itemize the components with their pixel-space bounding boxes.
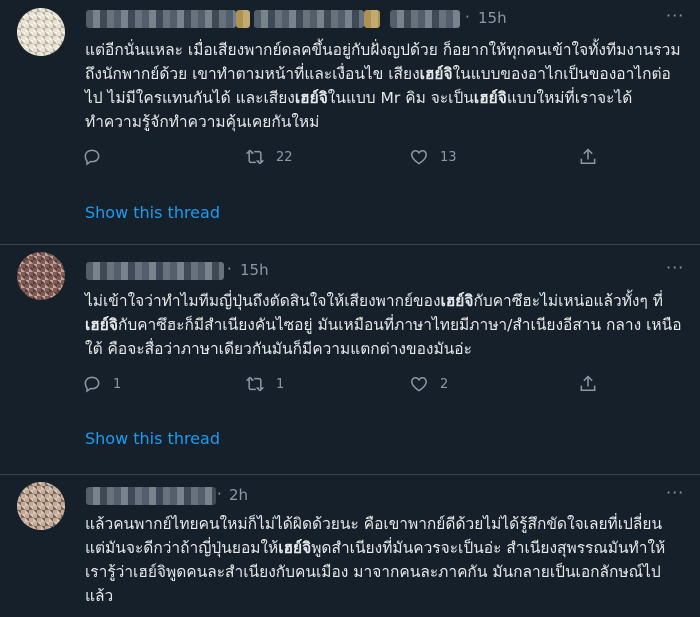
tweet-text-bold: เฮย์จิ [440, 292, 474, 310]
retweet-icon [245, 376, 265, 392]
tweet-text-bold: เฮย์จิ [473, 89, 507, 107]
share-button[interactable] [578, 371, 598, 397]
blurred-display-name [86, 262, 224, 280]
blurred-display-name [86, 487, 216, 505]
reply-icon [84, 376, 100, 393]
retweet-button[interactable]: 1 [245, 371, 284, 397]
avatar[interactable] [17, 482, 65, 530]
tweet-text-segment: ในแบบ Mr คิม จะเป็น [327, 89, 474, 107]
share-icon [580, 148, 596, 164]
tweet-text: ไม่เข้าใจว่าทำไมทีมญี่ปุ่นถึงตัดสินใจให้… [85, 289, 685, 361]
blurred-username [390, 10, 460, 28]
action-bar: 22 13 [82, 144, 622, 170]
blurred-emoji-2 [364, 10, 380, 28]
show-thread-link[interactable]: Show this thread [85, 203, 220, 222]
retweet-button[interactable]: 22 [245, 144, 293, 170]
separator-dot: · [217, 485, 222, 503]
action-bar: 1 1 2 [82, 371, 622, 397]
tweet-text-segment: ไม่เข้าใจว่าทำไมทีมญี่ปุ่นถึงตัดสินใจให้… [85, 292, 441, 310]
tweet-text: แล้วคนพากย์ไทยคนใหม่ก็ไม่ได้ผิดด้วยนะ คื… [85, 512, 685, 608]
timestamp[interactable]: 15h [478, 9, 507, 27]
tweet[interactable]: · 15h ··· ไม่เข้าใจว่าทำไมทีมญี่ปุ่นถึงต… [0, 244, 700, 475]
like-button[interactable]: 13 [409, 144, 457, 170]
timestamp[interactable]: 2h [229, 486, 248, 504]
avatar[interactable] [17, 252, 65, 300]
more-icon[interactable]: ··· [666, 258, 684, 277]
retweet-icon [245, 149, 265, 165]
reply-icon [84, 149, 100, 166]
tweet-text-bold: เฮย์จิ [419, 65, 453, 83]
tweet-text-bold: เฮย์จิ [278, 539, 312, 557]
avatar[interactable] [17, 8, 65, 56]
tweet-text-segment: กับคาซึฮะก็มีสำเนียงคันไซอยู่ มันเหมือนท… [85, 316, 682, 358]
like-button[interactable]: 2 [409, 371, 448, 397]
share-button[interactable] [578, 144, 598, 170]
tweet[interactable]: · 15h ··· แต่อีกนั่นแหละ เมื่อเสียงพากย์… [0, 0, 700, 245]
tweet-text: แต่อีกนั่นแหละ เมื่อเสียงพากย์ดลคขึ้นอยู… [85, 38, 685, 134]
tweet[interactable]: · 2h ··· แล้วคนพากย์ไทยคนใหม่ก็ไม่ได้ผิด… [0, 474, 700, 617]
tweet-text-segment: กับคาซึฮะไม่เหน่อแล้วทั้งๆ ที่ [473, 292, 663, 310]
reply-button[interactable] [82, 144, 113, 170]
blurred-emoji [236, 10, 250, 28]
blurred-display-name-2 [254, 10, 364, 28]
timestamp[interactable]: 15h [240, 261, 269, 279]
separator-dot: · [465, 8, 470, 26]
more-icon[interactable]: ··· [666, 6, 684, 25]
tweet-text-bold: เฮย์จิ [294, 89, 328, 107]
heart-icon [411, 149, 427, 165]
separator-dot: · [227, 260, 232, 278]
share-icon [580, 375, 596, 391]
blurred-display-name [86, 10, 236, 28]
show-thread-link[interactable]: Show this thread [85, 429, 220, 448]
more-icon[interactable]: ··· [666, 483, 684, 502]
reply-button[interactable]: 1 [82, 371, 121, 397]
heart-icon [411, 376, 427, 392]
tweet-text-bold: เฮย์จิ [85, 316, 118, 334]
